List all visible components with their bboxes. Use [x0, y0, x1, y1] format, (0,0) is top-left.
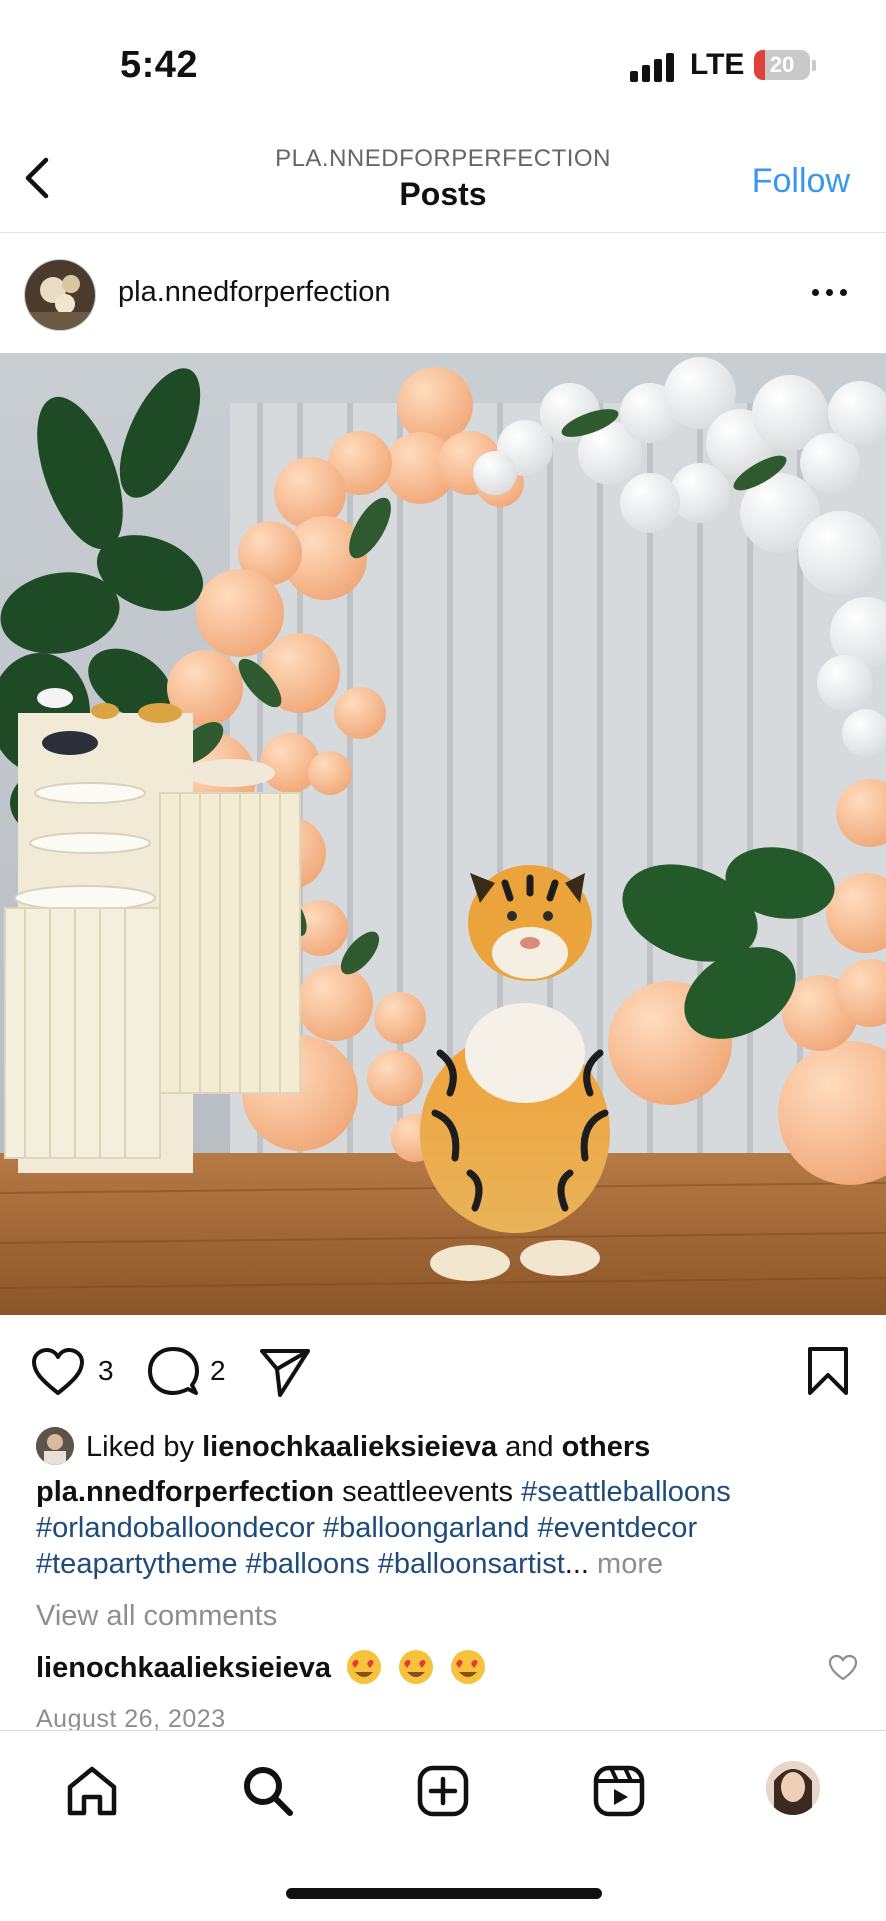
hashtag[interactable]: #eventdecor — [537, 1512, 697, 1544]
battery-level: 20 — [769, 52, 795, 77]
battery-tip — [812, 60, 816, 71]
profile-avatar[interactable] — [766, 1761, 820, 1815]
create-icon[interactable] — [413, 1761, 473, 1821]
liker-avatar — [36, 1427, 74, 1465]
liker-username[interactable]: lienochkaalieksieieva — [202, 1431, 497, 1463]
post-actions: 3 2 — [0, 1335, 886, 1407]
post-caption: pla.nnedforperfection seattleevents #sea… — [36, 1474, 866, 1582]
hashtag[interactable]: #balloons — [246, 1548, 370, 1580]
battery-icon: 20 — [754, 50, 810, 80]
liked-by-conj: and — [505, 1431, 554, 1463]
hashtag[interactable]: #balloonsartist — [378, 1548, 565, 1580]
caption-more-link[interactable]: more — [597, 1548, 663, 1580]
signal-icon — [630, 52, 674, 82]
comment-row: lienochkaalieksieieva — [36, 1648, 866, 1692]
heart-eyes-emoji-icon — [399, 1650, 434, 1684]
heart-eyes-emoji-icon — [451, 1650, 486, 1684]
hashtag[interactable]: #orlandoballoondecor — [36, 1512, 315, 1544]
post-header: pla.nnedforperfection — [0, 233, 886, 353]
home-indicator — [286, 1888, 602, 1899]
hashtag[interactable]: #seattleballoons — [521, 1476, 731, 1508]
status-time: 5:42 — [120, 44, 199, 86]
hashtag[interactable]: #balloongarland — [323, 1512, 529, 1544]
liked-by-row[interactable]: Liked by lienochkaalieksieieva and other… — [36, 1425, 866, 1469]
status-bar: 5:42 LTE 20 — [0, 0, 886, 120]
comment-bubble-icon[interactable] — [146, 1345, 200, 1399]
author-avatar[interactable] — [24, 259, 96, 331]
post-photo[interactable] — [0, 353, 886, 1315]
like-count: 3 — [98, 1355, 114, 1386]
bookmark-icon[interactable] — [806, 1345, 850, 1397]
follow-button[interactable]: Follow — [752, 162, 850, 201]
like-heart-icon[interactable] — [30, 1347, 86, 1397]
comment-count: 2 — [210, 1355, 226, 1386]
comment-username[interactable]: lienochkaalieksieieva — [36, 1652, 331, 1684]
heart-eyes-emoji-icon — [347, 1650, 382, 1684]
caption-ellipsis: ... — [564, 1548, 589, 1580]
home-icon[interactable] — [62, 1761, 122, 1821]
author-username[interactable]: pla.nnedforperfection — [118, 276, 390, 309]
comment-like-heart-icon[interactable] — [828, 1654, 858, 1682]
reels-icon[interactable] — [589, 1761, 649, 1821]
nav-header: PLA.NNEDFORPERFECTION Posts Follow — [0, 120, 886, 233]
more-options-icon[interactable] — [810, 285, 850, 301]
share-send-icon[interactable] — [258, 1345, 312, 1399]
liked-by-prefix: Liked by — [86, 1431, 195, 1463]
hashtag[interactable]: #teapartytheme — [36, 1548, 238, 1580]
caption-username[interactable]: pla.nnedforperfection — [36, 1476, 334, 1508]
caption-text: seattleevents — [342, 1476, 514, 1508]
search-icon[interactable] — [238, 1761, 298, 1821]
liked-by-others[interactable]: others — [562, 1431, 651, 1463]
view-all-comments-link[interactable]: View all comments — [36, 1600, 277, 1633]
network-label: LTE — [690, 48, 745, 81]
